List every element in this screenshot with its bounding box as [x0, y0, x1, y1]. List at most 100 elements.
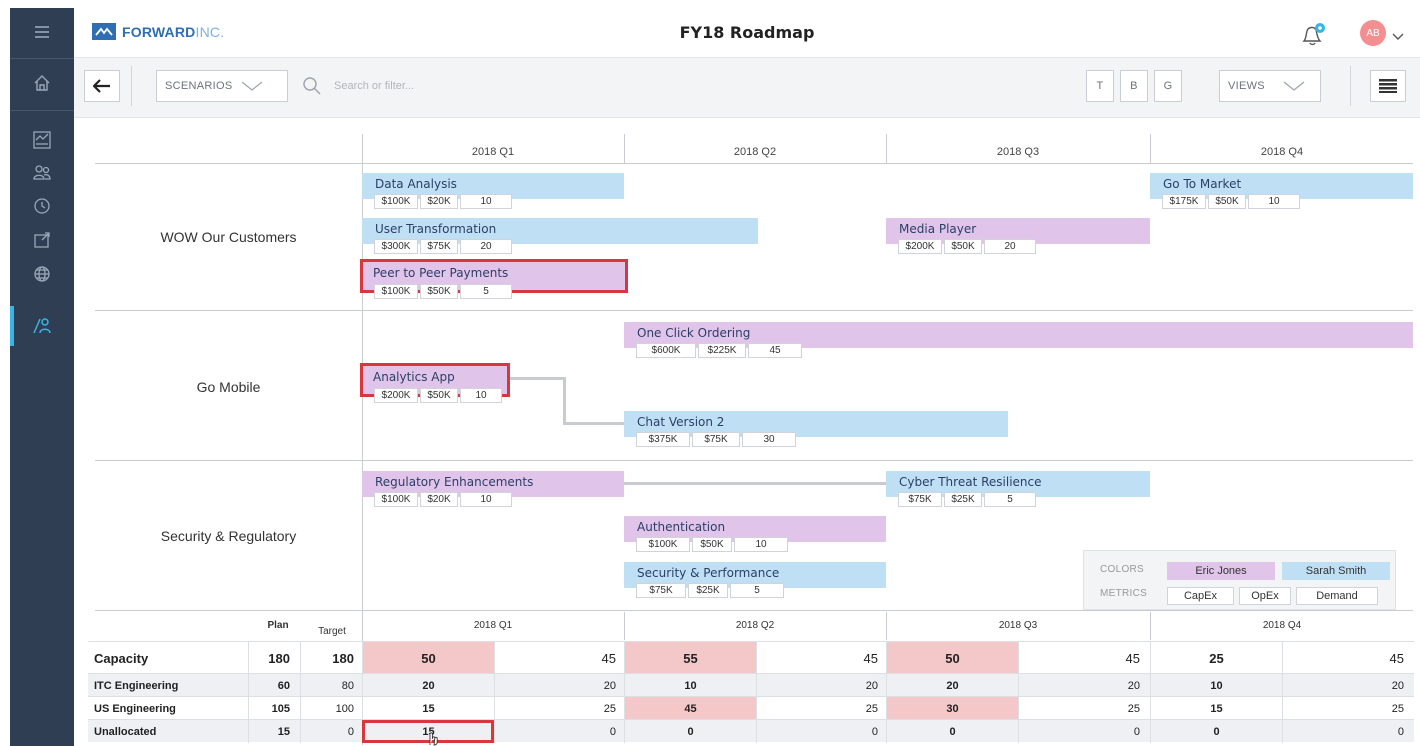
plan-value: 15 — [248, 720, 298, 743]
allocated-value: 50 — [362, 642, 494, 674]
capacity-row-name: ITC Engineering — [94, 679, 179, 692]
capacity-row: ITC Engineering 60 80 20 20 10 20 20 20 10 20 — [88, 673, 1414, 697]
list-icon — [1379, 79, 1397, 93]
list-view-button[interactable] — [1370, 70, 1406, 102]
initiative-name: Go To Market — [1163, 177, 1242, 191]
capex-value: $200K — [374, 388, 418, 403]
opex-value: $20K — [420, 492, 458, 507]
opex-value: $50K — [944, 239, 982, 254]
initiative-name: Security & Performance — [637, 566, 780, 580]
demand-value: 10 — [734, 537, 788, 552]
notification-bell-icon[interactable] — [1298, 21, 1328, 52]
capacity-row-name: Unallocated — [94, 725, 157, 738]
available-value: 0 — [1018, 720, 1148, 743]
search-field[interactable]: Search or filter... — [302, 70, 1076, 102]
sidebar — [10, 8, 74, 746]
opex-value: $225K — [698, 343, 746, 358]
available-value: 25 — [756, 697, 886, 720]
globe-icon[interactable] — [10, 256, 74, 292]
legend-color-eric-jones[interactable]: Eric Jones — [1167, 562, 1275, 580]
capex-value: $300K — [374, 239, 418, 254]
target-value: 0 — [300, 720, 362, 743]
available-value: 0 — [1282, 720, 1412, 743]
g-button[interactable]: G — [1154, 70, 1182, 102]
b-button[interactable]: B — [1120, 70, 1148, 102]
legend-metric-capex[interactable]: CapEx — [1167, 587, 1234, 605]
allocated-value: 25 — [1150, 642, 1282, 674]
grid-line — [95, 460, 1413, 461]
plan-value: 60 — [248, 674, 298, 697]
initiative-metrics: $100K $50K 10 — [636, 537, 790, 553]
quarter-header: 2018 Q3 — [996, 146, 1040, 158]
quarter-header: 2018 Q2 — [733, 146, 777, 158]
initiative-name: Cyber Threat Resilience — [899, 475, 1042, 489]
search-input[interactable]: Search or filter... — [334, 80, 414, 92]
initiative-metrics: $100K $20K 10 — [374, 194, 514, 210]
people-icon[interactable] — [10, 154, 74, 190]
dashboard-icon[interactable] — [10, 122, 74, 158]
capacity-row: Unallocated 15 0 15 0 0 0 0 0 0 0 — [88, 719, 1414, 743]
available-value: 20 — [756, 674, 886, 697]
legend-metric-opex[interactable]: OpEx — [1239, 587, 1291, 605]
capex-value: $100K — [374, 284, 418, 299]
quarter-header: 2018 Q1 — [471, 146, 515, 158]
cursor-hand-icon — [429, 732, 438, 746]
app-window: FORWARDINC. FY18 Roadmap AB SCENARIOS Se… — [0, 0, 1420, 746]
initiative-metrics: $100K $20K 10 — [374, 492, 514, 508]
legend-color-sarah-smith[interactable]: Sarah Smith — [1282, 562, 1390, 580]
back-button[interactable] — [84, 70, 120, 102]
available-value: 45 — [1282, 642, 1412, 674]
plan-value: 180 — [248, 642, 298, 674]
capex-value: $75K — [636, 583, 686, 598]
allocated-value: 45 — [624, 697, 756, 720]
grid-line — [886, 612, 887, 640]
opex-value: $20K — [420, 194, 458, 209]
allocated-value: 0 — [624, 720, 756, 743]
app-header: FORWARDINC. FY18 Roadmap AB — [74, 8, 1420, 58]
demand-value: 10 — [460, 492, 512, 507]
available-value: 25 — [1018, 697, 1148, 720]
chevron-down-icon[interactable] — [1392, 28, 1404, 46]
allocated-value: 15 — [1150, 697, 1282, 720]
dependency-line — [508, 377, 566, 380]
home-icon[interactable] — [10, 65, 74, 101]
demand-value: 5 — [730, 583, 784, 598]
demand-value: 10 — [460, 194, 512, 209]
available-value: 45 — [494, 642, 624, 674]
demand-value: 5 — [460, 284, 512, 299]
available-value: 20 — [1018, 674, 1148, 697]
avatar[interactable]: AB — [1360, 20, 1386, 46]
quarter-header: 2018 Q2 — [735, 620, 775, 631]
demand-value: 45 — [748, 343, 802, 358]
allocated-value: 50 — [886, 642, 1018, 674]
page-title: FY18 Roadmap — [679, 23, 815, 42]
capex-value: $100K — [636, 537, 690, 552]
t-button[interactable]: T — [1086, 70, 1114, 102]
search-icon — [303, 77, 321, 95]
grid-line — [1150, 612, 1151, 640]
metrics-label: METRICS — [1100, 588, 1148, 599]
legend-metric-demand[interactable]: Demand — [1296, 587, 1378, 605]
sidebar-divider — [10, 110, 74, 111]
initiative-name: Peer to Peer Payments — [373, 266, 509, 280]
capex-value: $600K — [636, 343, 696, 358]
grid-line — [95, 310, 1413, 311]
scenarios-dropdown[interactable]: SCENARIOS — [156, 70, 288, 102]
colors-label: COLORS — [1100, 564, 1145, 575]
clock-icon[interactable] — [10, 188, 74, 224]
capacity-row-name: Capacity — [94, 650, 149, 666]
chevron-down-icon — [1283, 81, 1305, 91]
allocated-value: 10 — [624, 674, 756, 697]
capacity-row: Capacity 180 180 50 45 55 45 50 45 25 45 — [88, 641, 1414, 674]
capex-value: $200K — [898, 239, 942, 254]
demand-value: 10 — [1248, 194, 1300, 209]
roadmap-icon[interactable] — [10, 308, 74, 344]
available-value: 45 — [1018, 642, 1148, 674]
allocated-value: 10 — [1150, 674, 1282, 697]
views-dropdown[interactable]: VIEWS — [1219, 70, 1321, 102]
allocated-value: 20 — [362, 674, 494, 697]
menu-icon[interactable] — [10, 14, 74, 50]
opex-value: $75K — [692, 432, 740, 447]
inbox-icon[interactable] — [10, 222, 74, 258]
allocated-value: 0 — [1150, 720, 1282, 743]
